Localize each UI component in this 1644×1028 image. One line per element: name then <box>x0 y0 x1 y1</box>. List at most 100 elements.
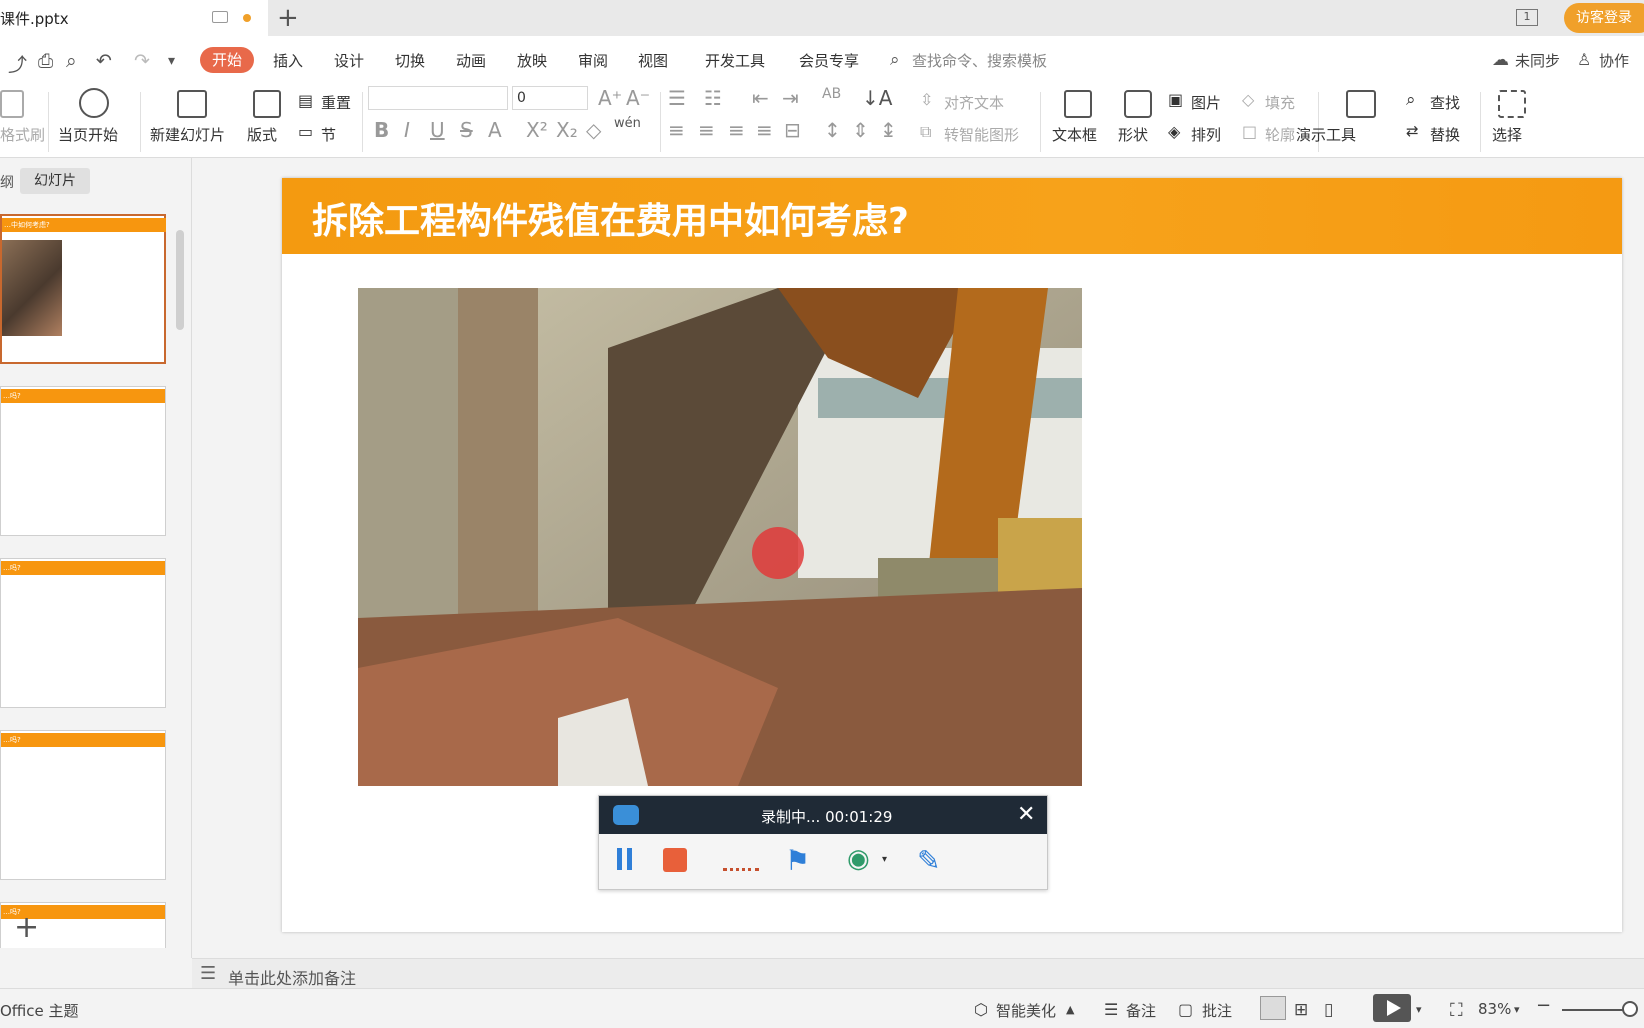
new-slide-button[interactable]: 新建幻灯片 <box>150 124 225 145</box>
decrease-font-icon[interactable]: A⁻ <box>626 86 650 110</box>
close-icon[interactable]: ✕ <box>1017 802 1035 827</box>
present-tools-icon[interactable] <box>1346 90 1376 118</box>
beautify-dropdown-icon[interactable]: ▲ <box>1066 1003 1074 1016</box>
shape-button[interactable]: 形状 <box>1118 124 1148 145</box>
text-direction-icon[interactable]: ↓A <box>862 86 892 110</box>
print-preview-icon[interactable]: ⌕ <box>66 50 77 72</box>
slide-thumbnail-2[interactable]: …吗? <box>0 386 166 536</box>
find-button[interactable]: 查找 <box>1430 92 1460 113</box>
arrange-button[interactable]: 排列 <box>1191 124 1221 145</box>
pointer-tool-icon[interactable]: ⚑ <box>785 844 810 877</box>
outline-button[interactable]: 轮廓 <box>1265 124 1295 145</box>
customize-dropdown-icon[interactable]: ▾ <box>168 53 175 69</box>
print-icon[interactable]: ⎙ <box>38 50 53 72</box>
stop-button[interactable] <box>663 848 687 872</box>
command-search-input[interactable]: 查找命令、搜索模板 <box>912 50 1047 71</box>
font-color-icon[interactable]: A <box>488 118 502 142</box>
font-name-select[interactable] <box>368 86 508 110</box>
demolition-photo[interactable] <box>358 288 1082 786</box>
superscript-icon[interactable]: X² <box>526 118 548 142</box>
undo-icon[interactable]: ↶ <box>96 50 112 72</box>
webcam-icon[interactable]: ◉ <box>847 844 870 874</box>
sync-status[interactable]: 未同步 <box>1515 50 1560 71</box>
zoom-dropdown-icon[interactable]: ▾ <box>1514 1003 1520 1016</box>
tab-slideshow[interactable]: 放映 <box>517 50 547 71</box>
tab-slides[interactable]: 幻灯片 <box>20 168 90 194</box>
textbox-icon[interactable] <box>1064 90 1092 118</box>
comments-button[interactable]: 批注 <box>1202 1000 1232 1021</box>
tab-review[interactable]: 审阅 <box>578 50 608 71</box>
line-spacing-icon[interactable]: ↕ <box>824 118 841 142</box>
tab-transitions[interactable]: 切换 <box>395 50 425 71</box>
paragraph-spacing-icon[interactable]: ⇕ <box>852 118 869 142</box>
fill-button[interactable]: 填充 <box>1265 92 1295 113</box>
align-right-icon[interactable]: ≡ <box>728 118 745 142</box>
slide-sorter-icon[interactable]: ⊞ <box>1294 1000 1308 1020</box>
tab-design[interactable]: 设计 <box>334 50 364 71</box>
slide-thumbnail-1[interactable]: …中如何考虑? <box>0 214 166 364</box>
smartart-button[interactable]: 转智能图形 <box>944 124 1019 145</box>
bullets-icon[interactable]: ☰ <box>668 86 686 110</box>
numbering-icon[interactable]: ☷ <box>704 86 722 110</box>
visitor-login-button[interactable]: 访客登录 <box>1564 3 1644 33</box>
shape-icon[interactable] <box>1124 90 1152 118</box>
play-from-current-button[interactable]: 当页开始 <box>58 124 118 145</box>
normal-view-icon[interactable] <box>1260 996 1286 1020</box>
zoom-out-button[interactable]: − <box>1536 995 1551 1016</box>
slide-thumbnail-4[interactable]: …吗? <box>0 730 166 880</box>
webcam-dropdown-icon[interactable]: ▾ <box>882 854 887 865</box>
notes-placeholder[interactable]: 单击此处添加备注 <box>228 965 356 989</box>
indent-increase-icon[interactable]: ⇥ <box>782 86 799 110</box>
fit-window-icon[interactable]: ⛶ <box>1450 1000 1463 1021</box>
layout-button[interactable]: 版式 <box>247 124 277 145</box>
justify-icon[interactable]: ≡ <box>756 118 773 142</box>
tab-developer[interactable]: 开发工具 <box>705 50 765 71</box>
collaborate-button[interactable]: 协作 <box>1599 50 1629 71</box>
redo-icon[interactable]: ↷ <box>134 50 150 72</box>
layout-icon[interactable] <box>253 90 281 118</box>
slideshow-play-button[interactable] <box>1373 994 1411 1022</box>
underline-icon[interactable]: U <box>430 118 445 142</box>
font-size-select[interactable]: 0 <box>512 86 588 110</box>
phonetic-guide-button[interactable]: wén <box>614 116 641 131</box>
strikethrough-icon[interactable]: S <box>460 118 473 142</box>
select-button[interactable]: 选择 <box>1492 124 1522 145</box>
new-slide-icon[interactable] <box>177 90 207 118</box>
picture-button[interactable]: 图片 <box>1191 92 1221 113</box>
subscript-icon[interactable]: X₂ <box>556 118 578 142</box>
play-icon[interactable] <box>79 88 109 118</box>
document-tab[interactable]: 课件.pptx <box>0 0 268 36</box>
slide-thumbnail-3[interactable]: …吗? <box>0 558 166 708</box>
replace-button[interactable]: 替换 <box>1430 124 1460 145</box>
slide-title[interactable]: 拆除工程构件残值在费用中如何考虑? <box>312 192 909 244</box>
notes-bar[interactable]: ☰ 单击此处添加备注 <box>192 958 1644 988</box>
section-button[interactable]: 节 <box>321 124 336 145</box>
smart-beautify-button[interactable]: 智能美化 <box>996 1000 1056 1021</box>
increase-font-icon[interactable]: A⁺ <box>598 86 622 110</box>
monitor-icon[interactable] <box>212 11 228 23</box>
align-left-icon[interactable]: ≡ <box>668 118 685 142</box>
window-count-icon[interactable]: 1 <box>1516 9 1538 26</box>
italic-icon[interactable]: I <box>404 118 410 142</box>
present-tools-button[interactable]: 演示工具 <box>1296 124 1356 145</box>
indent-decrease-icon[interactable]: ⇤ <box>752 86 769 110</box>
align-center-icon[interactable]: ≡ <box>698 118 715 142</box>
pen-icon[interactable]: ✎ <box>917 844 940 877</box>
slideshow-dropdown-icon[interactable]: ▾ <box>1416 1003 1422 1016</box>
textbox-button[interactable]: 文本框 <box>1052 124 1097 145</box>
new-tab-button[interactable]: + <box>277 4 299 32</box>
tab-start[interactable]: 开始 <box>200 47 254 73</box>
zoom-slider-handle[interactable] <box>1622 1001 1638 1017</box>
text-style-icon[interactable]: AB <box>822 86 841 102</box>
select-icon[interactable] <box>1498 90 1526 118</box>
tab-insert[interactable]: 插入 <box>273 50 303 71</box>
notes-toggle-button[interactable]: 备注 <box>1126 1000 1156 1021</box>
zoom-slider[interactable] <box>1562 1009 1624 1011</box>
reset-button[interactable]: 重置 <box>321 92 351 113</box>
format-painter-icon[interactable] <box>0 90 24 118</box>
tab-animations[interactable]: 动画 <box>456 50 486 71</box>
eraser-icon[interactable]: ◇ <box>586 118 601 142</box>
zoom-level[interactable]: 83% <box>1478 1000 1511 1018</box>
tab-member[interactable]: 会员专享 <box>799 50 859 71</box>
share-icon[interactable]: ⤴ <box>8 50 27 77</box>
